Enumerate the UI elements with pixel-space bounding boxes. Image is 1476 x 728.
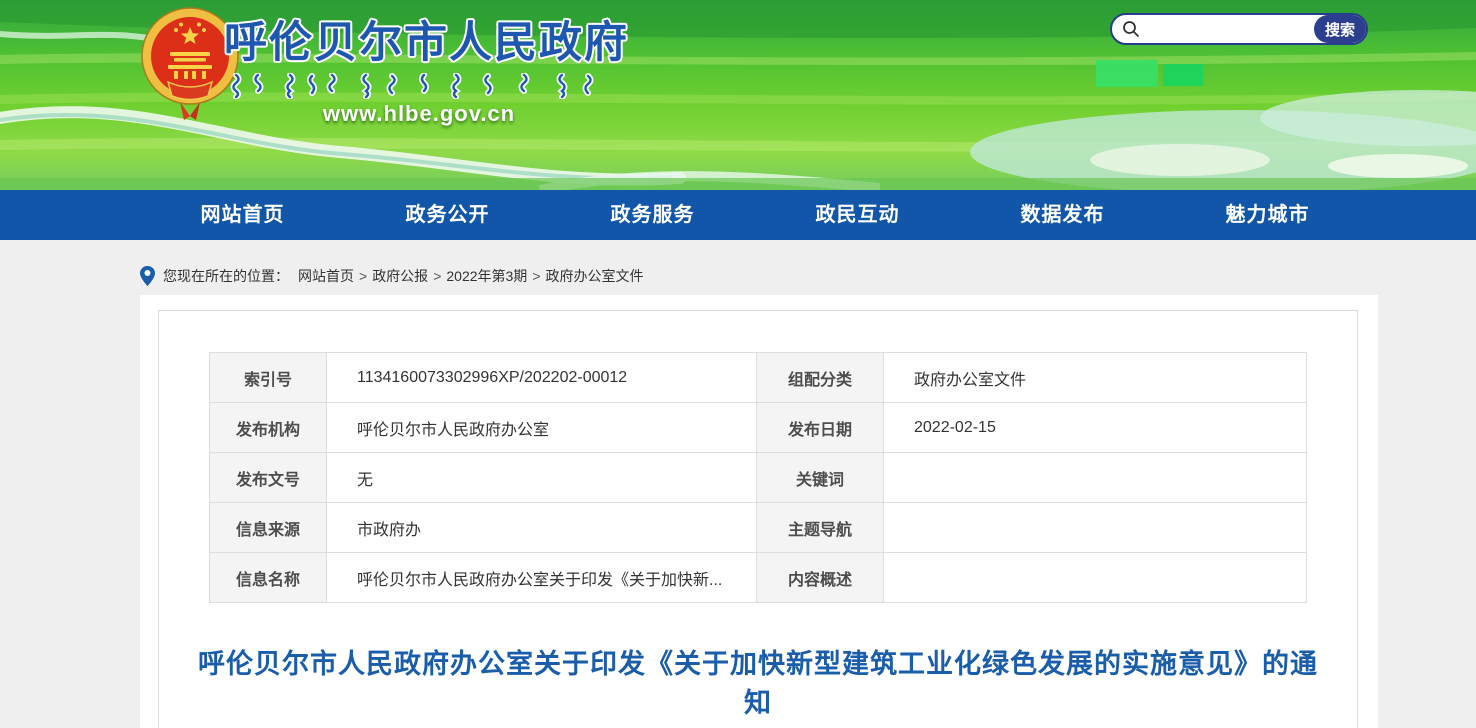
nav-item-public-interaction[interactable]: 政民互动: [755, 190, 960, 240]
meta-label-info-source: 信息来源: [210, 503, 327, 553]
document-container: 索引号 1134160073302996XP/202202-00012 组配分类…: [158, 310, 1358, 728]
table-row: 信息来源 市政府办 主题导航: [210, 503, 1307, 553]
table-row: 发布机构 呼伦贝尔市人民政府办公室 发布日期 2022-02-15: [210, 403, 1307, 453]
meta-label-index-number: 索引号: [210, 353, 327, 403]
table-row: 索引号 1134160073302996XP/202202-00012 组配分类…: [210, 353, 1307, 403]
search-icon: [1122, 20, 1140, 38]
breadcrumb-separator: >: [433, 268, 441, 284]
meta-value-info-source: 市政府办: [327, 503, 757, 553]
breadcrumb-home[interactable]: 网站首页: [298, 266, 354, 286]
meta-value-keywords: [884, 453, 1307, 503]
meta-value-content-summary: [884, 553, 1307, 603]
breadcrumb-prefix: 您现在所在的位置：: [163, 266, 289, 286]
meta-value-topic-navigation: [884, 503, 1307, 553]
location-pin-icon: [140, 266, 155, 286]
meta-value-publish-date: 2022-02-15: [884, 403, 1307, 453]
meta-label-document-number: 发布文号: [210, 453, 327, 503]
search-input[interactable]: [1148, 21, 1314, 37]
breadcrumb-separator: >: [359, 268, 367, 284]
table-row: 信息名称 呼伦贝尔市人民政府办公室关于印发《关于加快新... 内容概述: [210, 553, 1307, 603]
breadcrumb-gazette[interactable]: 政府公报: [372, 266, 428, 286]
meta-label-publish-date: 发布日期: [757, 403, 884, 453]
meta-value-issuing-agency: 呼伦贝尔市人民政府办公室: [327, 403, 757, 453]
meta-value-info-name: 呼伦贝尔市人民政府办公室关于印发《关于加快新...: [327, 553, 757, 603]
site-identity: 呼伦贝尔市人民政府 www.hlbe.gov.cn: [224, 8, 624, 127]
site-title-link[interactable]: 呼伦贝尔市人民政府: [224, 8, 624, 70]
meta-label-topic-navigation: 主题导航: [757, 503, 884, 553]
site-search: 搜索: [1110, 13, 1368, 45]
nav-item-gov-disclosure[interactable]: 政务公开: [345, 190, 550, 240]
content-card: 索引号 1134160073302996XP/202202-00012 组配分类…: [140, 295, 1378, 728]
table-row: 发布文号 无 关键词: [210, 453, 1307, 503]
main-navigation: 网站首页 政务公开 政务服务 政民互动 数据发布 魅力城市: [0, 190, 1476, 240]
site-url: www.hlbe.gov.cn: [224, 101, 614, 127]
breadcrumb: 您现在所在的位置： 网站首页 > 政府公报 > 2022年第3期 > 政府办公室…: [0, 240, 1476, 295]
meta-label-keywords: 关键词: [757, 453, 884, 503]
meta-label-info-name: 信息名称: [210, 553, 327, 603]
nav-item-city-charm[interactable]: 魅力城市: [1165, 190, 1370, 240]
nav-item-gov-services[interactable]: 政务服务: [550, 190, 755, 240]
meta-label-issuing-agency: 发布机构: [210, 403, 327, 453]
nav-item-data-release[interactable]: 数据发布: [960, 190, 1165, 240]
site-banner: 呼伦贝尔市人民政府 www.hlbe.gov.cn: [0, 0, 1476, 190]
search-button[interactable]: 搜索: [1314, 15, 1366, 43]
meta-value-document-number: 无: [327, 453, 757, 503]
document-title: 呼伦贝尔市人民政府办公室关于印发《关于加快新型建筑工业化绿色发展的实施意见》的通…: [198, 645, 1318, 723]
document-metadata-table: 索引号 1134160073302996XP/202202-00012 组配分类…: [209, 352, 1307, 603]
mongolian-script-decoration: [228, 73, 600, 99]
breadcrumb-office-documents[interactable]: 政府办公室文件: [546, 266, 644, 286]
meta-value-index-number: 1134160073302996XP/202202-00012: [327, 353, 757, 403]
nav-item-home[interactable]: 网站首页: [140, 190, 345, 240]
meta-value-category: 政府办公室文件: [884, 353, 1307, 403]
meta-label-content-summary: 内容概述: [757, 553, 884, 603]
breadcrumb-separator: >: [532, 268, 540, 284]
breadcrumb-issue-2022-3[interactable]: 2022年第3期: [446, 266, 527, 286]
meta-label-category: 组配分类: [757, 353, 884, 403]
